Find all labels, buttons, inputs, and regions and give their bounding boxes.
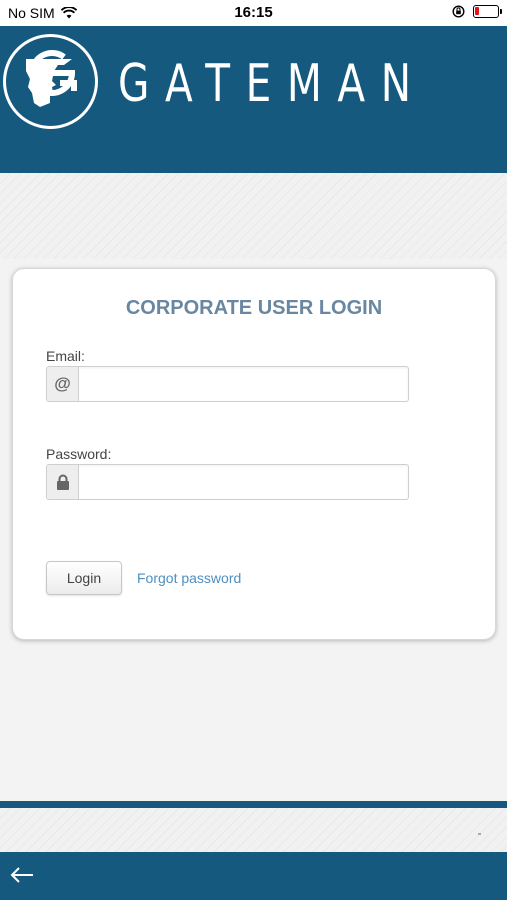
status-time: 16:15 — [234, 4, 273, 21]
footer-band — [0, 808, 507, 852]
bottom-toolbar — [0, 852, 507, 900]
arrow-left-icon[interactable] — [10, 866, 34, 889]
gateman-logo — [3, 34, 98, 129]
password-field[interactable] — [79, 465, 408, 499]
password-label: Password: — [46, 446, 112, 462]
status-right — [452, 5, 502, 18]
password-input-group — [46, 464, 409, 500]
lock-icon — [47, 465, 79, 499]
at-sign-icon: @ — [47, 367, 79, 401]
battery-level — [475, 7, 479, 15]
login-button[interactable]: Login — [46, 561, 122, 595]
status-bar: No SIM 16:15 — [0, 0, 507, 26]
footer-divider — [0, 801, 507, 808]
app-header: GATEMAN — [0, 26, 507, 173]
footer-dot — [478, 833, 481, 835]
battery-icon — [473, 5, 502, 18]
forgot-password-link[interactable]: Forgot password — [137, 570, 241, 586]
decorative-band — [0, 173, 507, 259]
email-input-group: @ — [46, 366, 409, 402]
login-title: CORPORATE USER LOGIN — [125, 297, 383, 319]
email-field[interactable] — [79, 367, 408, 401]
logo-head-icon — [26, 50, 77, 107]
brand-name: GATEMAN — [118, 54, 427, 114]
rotation-lock-icon — [452, 5, 465, 18]
email-label: Email: — [46, 348, 85, 364]
login-card: CORPORATE USER LOGIN Email: @ Password: … — [12, 268, 496, 640]
